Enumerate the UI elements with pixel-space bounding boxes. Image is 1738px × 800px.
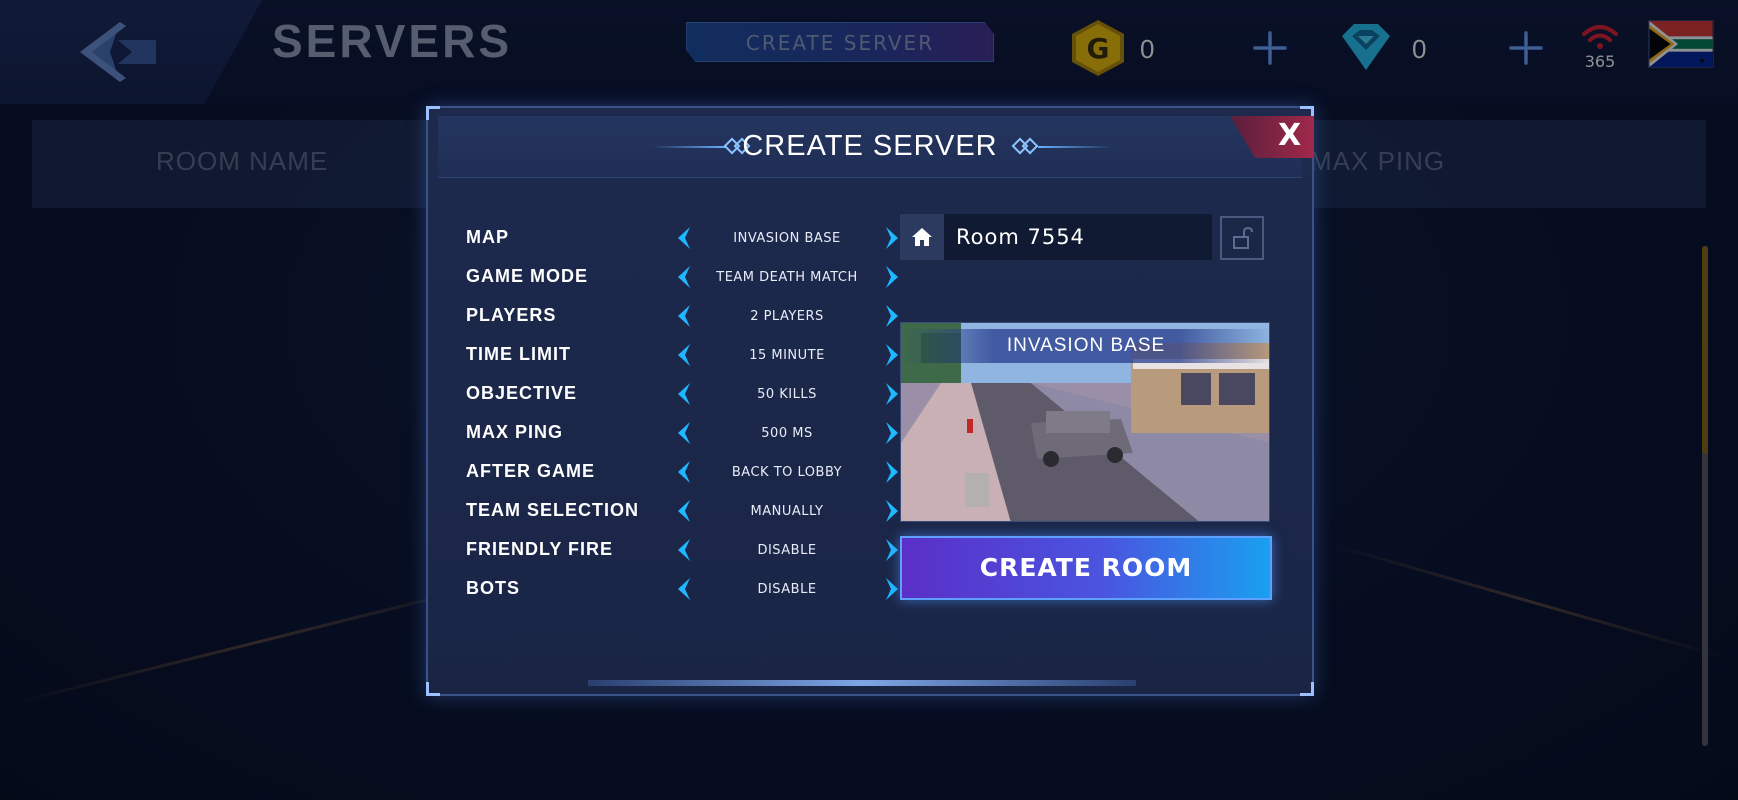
game-mode-next-arrow-icon[interactable] xyxy=(884,264,902,290)
modal-corner xyxy=(1300,682,1314,696)
setting-value-map[interactable]: INVASION BASE xyxy=(698,225,876,253)
map-preview-name: INVASION BASE xyxy=(901,329,1269,363)
setting-label-friendly-fire: FRIENDLY FIRE xyxy=(466,539,614,559)
team-selection-prev-arrow-icon[interactable] xyxy=(674,498,692,524)
setting-label-map: MAP xyxy=(466,227,509,247)
setting-label-after-game: AFTER GAME xyxy=(466,461,595,481)
map-prev-arrow-icon[interactable] xyxy=(674,225,692,251)
players-prev-arrow-icon[interactable] xyxy=(674,303,692,329)
setting-value-objective[interactable]: 50 KILLS xyxy=(698,381,876,409)
setting-label-max-ping: MAX PING xyxy=(466,422,564,442)
setting-value-players[interactable]: 2 PLAYERS xyxy=(698,303,876,331)
time-limit-prev-arrow-icon[interactable] xyxy=(674,342,692,368)
room-name-field xyxy=(900,214,1212,260)
setting-row-after-game: AFTER GAME BACK TO LOBBY xyxy=(466,455,898,489)
setting-value-time-limit[interactable]: 15 MINUTE xyxy=(698,342,876,370)
max-ping-prev-arrow-icon[interactable] xyxy=(674,420,692,446)
create-server-modal: CREATE SERVER X MAP INVASION BASE GAME MOD… xyxy=(426,106,1314,696)
setting-value-max-ping[interactable]: 500 MS xyxy=(698,420,876,448)
setting-label-bots: BOTS xyxy=(466,578,521,598)
setting-label-game-mode: GAME MODE xyxy=(466,266,589,286)
modal-header: CREATE SERVER X xyxy=(438,116,1314,178)
setting-label-time-limit: TIME LIMIT xyxy=(466,344,571,364)
unlock-icon xyxy=(1233,226,1253,249)
home-icon xyxy=(912,228,932,246)
modal-corner xyxy=(426,682,440,696)
setting-row-map: MAP INVASION BASE xyxy=(466,221,898,255)
setting-value-after-game[interactable]: BACK TO LOBBY xyxy=(698,459,876,487)
title-ornament xyxy=(1038,146,1112,148)
setting-label-players: PLAYERS xyxy=(466,305,557,325)
close-icon: X xyxy=(1278,118,1302,153)
map-preview: INVASION BASE xyxy=(900,322,1270,522)
setting-row-max-ping: MAX PING 500 MS xyxy=(466,416,898,450)
setting-value-bots[interactable]: DISABLE xyxy=(698,576,876,604)
setting-label-team-selection: TEAM SELECTION xyxy=(466,500,640,520)
objective-prev-arrow-icon[interactable] xyxy=(674,381,692,407)
setting-value-game-mode[interactable]: TEAM DEATH MATCH xyxy=(698,264,876,292)
after-game-prev-arrow-icon[interactable] xyxy=(674,459,692,485)
setting-row-game-mode: GAME MODE TEAM DEATH MATCH xyxy=(466,260,898,294)
room-lock-button[interactable] xyxy=(1220,216,1264,260)
setting-row-players: PLAYERS 2 PLAYERS xyxy=(466,299,898,333)
setting-row-bots: BOTS DISABLE xyxy=(466,572,898,606)
setting-label-objective: OBJECTIVE xyxy=(466,383,578,403)
game-mode-prev-arrow-icon[interactable] xyxy=(674,264,692,290)
friendly-fire-prev-arrow-icon[interactable] xyxy=(674,537,692,563)
room-name-input[interactable] xyxy=(956,214,1208,260)
modal-bottom-bar xyxy=(588,680,1136,686)
setting-row-objective: OBJECTIVE 50 KILLS xyxy=(466,377,898,411)
home-icon-box xyxy=(900,214,944,260)
setting-row-time-limit: TIME LIMIT 15 MINUTE xyxy=(466,338,898,372)
bots-prev-arrow-icon[interactable] xyxy=(674,576,692,602)
setting-row-friendly-fire: FRIENDLY FIRE DISABLE xyxy=(466,533,898,567)
create-room-button[interactable]: CREATE ROOM xyxy=(900,536,1272,600)
setting-value-friendly-fire[interactable]: DISABLE xyxy=(698,537,876,565)
setting-value-team-selection[interactable]: MANUALLY xyxy=(698,498,876,526)
setting-row-team-selection: TEAM SELECTION MANUALLY xyxy=(466,494,898,528)
modal-title: CREATE SERVER xyxy=(742,130,998,162)
